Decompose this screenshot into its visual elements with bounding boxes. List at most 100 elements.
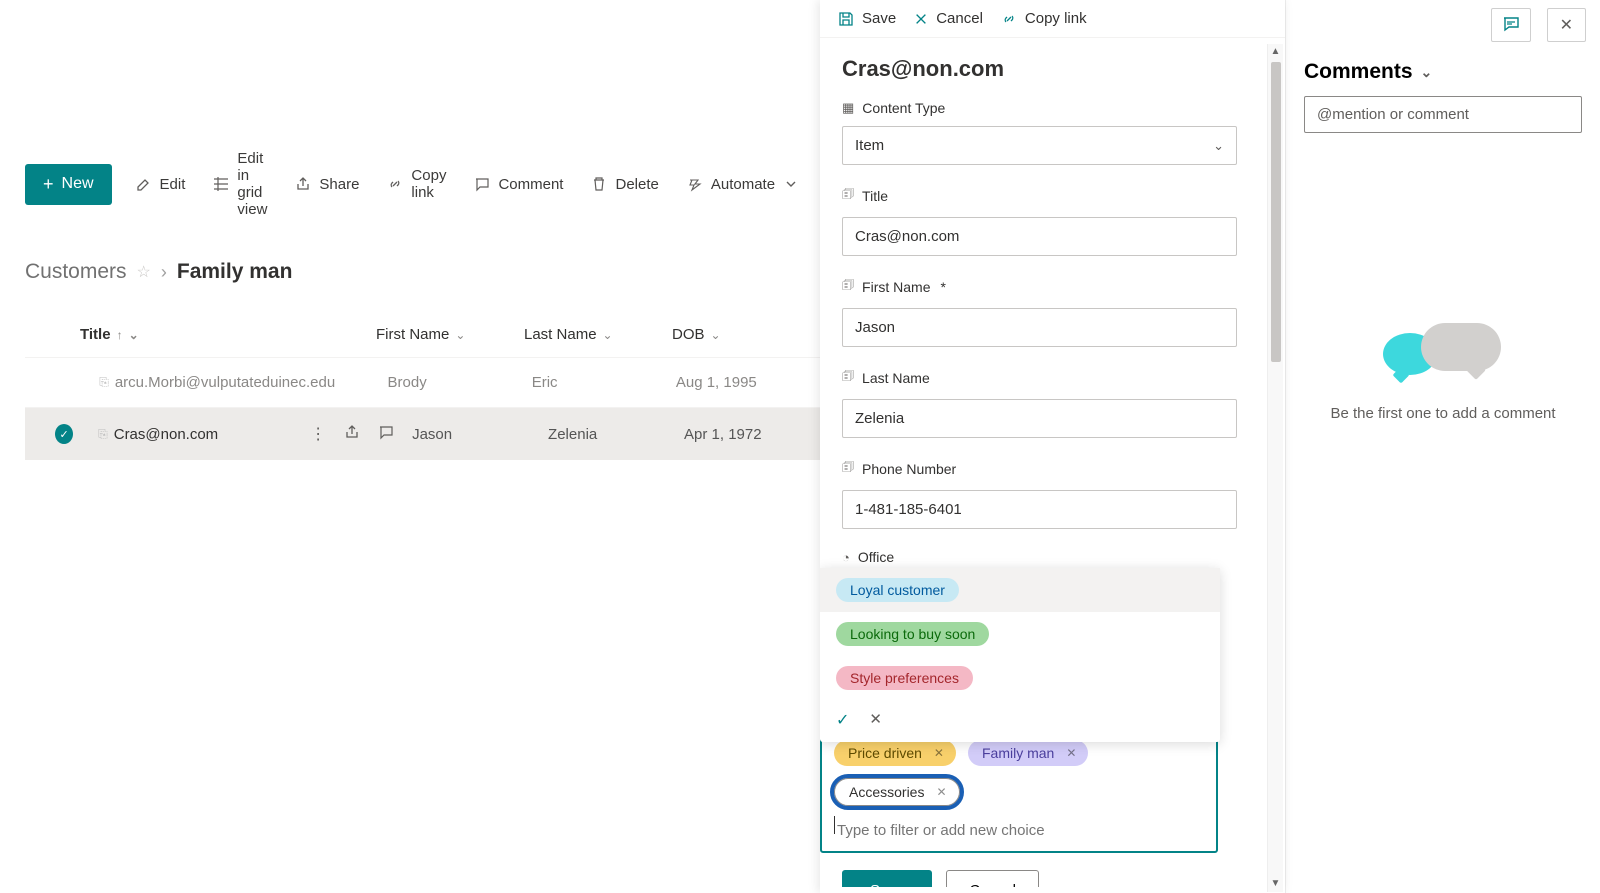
copy-link-button[interactable]: Copy link: [373, 157, 460, 211]
comments-title[interactable]: Comments ⌄: [1286, 42, 1600, 96]
share-label: Share: [319, 176, 359, 193]
breadcrumb-root[interactable]: Customers: [25, 260, 127, 284]
trash-icon: [591, 176, 607, 192]
text-field-icon: 🗊: [842, 276, 854, 298]
selected-tag: Family man ✕: [968, 740, 1088, 766]
text-caret: [834, 816, 835, 834]
choice-option[interactable]: Style preferences: [820, 656, 1220, 700]
form-save-button[interactable]: Save: [842, 870, 932, 887]
title-input[interactable]: [842, 217, 1237, 256]
tags-text-input[interactable]: [837, 818, 1204, 843]
breadcrumb: Customers ☆ › Family man: [25, 260, 820, 284]
choice-pill: Loyal customer: [836, 578, 959, 602]
table-row[interactable]: ✓ ⎘ Cras@non.com ⋮ Jason Zelenia Apr 1, …: [25, 407, 820, 460]
item-type-icon: ⎘: [98, 427, 108, 442]
choice-icon: ◔: [842, 550, 850, 565]
row-share-icon[interactable]: [344, 424, 360, 444]
first-name-label: First Name: [862, 279, 930, 295]
col-title[interactable]: Title ↑ ⌄: [80, 326, 376, 343]
last-name-input[interactable]: [842, 399, 1237, 438]
content-type-select[interactable]: Item ⌄: [842, 126, 1237, 165]
comments-panel: ✕ Comments ⌄ @mention or comment Be the …: [1285, 0, 1600, 893]
last-name-label: Last Name: [862, 370, 930, 386]
row-dob: Aug 1, 1995: [676, 374, 820, 391]
chevron-down-icon: ⌄: [129, 328, 139, 342]
text-field-icon: 🗊: [842, 185, 854, 207]
row-comment-icon[interactable]: [378, 424, 394, 444]
comment-label: Comment: [498, 176, 563, 193]
comments-empty-icon: [1383, 323, 1503, 383]
chevron-down-icon: ⌄: [711, 328, 721, 342]
close-panel-icon[interactable]: ✕: [1547, 8, 1586, 42]
choice-pill: Looking to buy soon: [836, 622, 989, 646]
row-more-icon[interactable]: ⋮: [310, 424, 326, 444]
choice-option[interactable]: Looking to buy soon: [820, 612, 1220, 656]
choice-options-dropdown: Loyal customer Looking to buy soon Style…: [820, 568, 1220, 742]
comments-input[interactable]: @mention or comment: [1304, 96, 1582, 133]
choice-option[interactable]: Loyal customer: [820, 568, 1220, 612]
choice-confirm-icon[interactable]: ✓: [836, 710, 849, 730]
selected-tag-highlighted: Accessories ✕: [834, 778, 960, 806]
item-type-icon: ⎘: [99, 375, 109, 390]
comments-empty-text: Be the first one to add a comment: [1330, 405, 1555, 422]
tag-remove-icon[interactable]: ✕: [930, 746, 948, 760]
share-button[interactable]: Share: [281, 166, 373, 203]
panel-cancel-button[interactable]: Cancel: [914, 10, 983, 27]
link-icon: [387, 176, 403, 192]
automate-button[interactable]: Automate: [673, 166, 811, 203]
panel-copy-link-button[interactable]: Copy link: [1001, 10, 1087, 27]
required-indicator: *: [941, 279, 946, 295]
selected-tag: Price driven ✕: [834, 740, 956, 766]
save-icon: [838, 11, 854, 27]
edit-button[interactable]: Edit: [122, 166, 200, 203]
delete-label: Delete: [615, 176, 658, 193]
edit-label: Edit: [160, 176, 186, 193]
col-dob[interactable]: DOB ⌄: [672, 326, 820, 343]
choice-cancel-icon[interactable]: ✕: [869, 710, 882, 730]
tag-remove-icon[interactable]: ✕: [1062, 746, 1080, 760]
grid-icon: [213, 176, 229, 192]
panel-save-button[interactable]: Save: [838, 10, 896, 27]
plus-icon: +: [43, 174, 54, 195]
automate-icon: [687, 176, 703, 192]
chevron-down-icon: ⌄: [603, 328, 613, 342]
cancel-icon: [914, 12, 928, 26]
delete-button[interactable]: Delete: [577, 166, 672, 203]
chevron-down-icon: ⌄: [1213, 138, 1224, 154]
grid-view-button[interactable]: Edit in grid view: [199, 140, 281, 228]
table-header: Title ↑ ⌄ First Name ⌄ Last Name ⌄ DOB ⌄: [25, 314, 820, 357]
new-button[interactable]: + New: [25, 164, 112, 205]
row-actions: ⋮: [310, 424, 394, 444]
share-icon: [295, 176, 311, 192]
phone-input[interactable]: [842, 490, 1237, 529]
comments-toggle-icon[interactable]: [1491, 8, 1531, 42]
text-field-icon: 🗊: [842, 367, 854, 389]
tag-remove-icon[interactable]: ✕: [932, 785, 950, 799]
col-last-name[interactable]: Last Name ⌄: [524, 326, 672, 343]
comments-empty-state: Be the first one to add a comment: [1286, 323, 1600, 422]
row-title: Cras@non.com: [114, 426, 218, 443]
first-name-input[interactable]: [842, 308, 1237, 347]
phone-label: Phone Number: [862, 461, 956, 477]
panel-header: Save Cancel Copy link: [820, 0, 1285, 38]
panel-footer: Save Cancel: [842, 870, 1039, 887]
row-last-name: Eric: [532, 374, 676, 391]
pencil-icon: [136, 176, 152, 192]
chevron-down-icon: [785, 178, 797, 190]
breadcrumb-separator: ›: [161, 262, 167, 283]
text-field-icon: 🗊: [842, 458, 854, 480]
title-label: Title: [862, 188, 888, 204]
row-select-checked[interactable]: ✓: [55, 424, 73, 444]
comment-button[interactable]: Comment: [460, 166, 577, 203]
edit-panel: Save Cancel Copy link ▲ ▼ Cras@non.com ▦…: [820, 0, 1285, 893]
new-label: New: [62, 175, 94, 193]
form-cancel-button[interactable]: Cancel: [946, 870, 1039, 887]
favorite-star-icon[interactable]: ☆: [137, 262, 151, 282]
breadcrumb-leaf: Family man: [177, 260, 293, 284]
row-dob: Apr 1, 1972: [684, 426, 820, 443]
sort-up-icon: ↑: [117, 328, 123, 342]
office-label: Office: [858, 549, 894, 565]
col-first-name[interactable]: First Name ⌄: [376, 326, 524, 343]
tags-input-field[interactable]: Price driven ✕ Family man ✕ Accessories …: [820, 726, 1218, 853]
table-row[interactable]: ⎘ arcu.Morbi@vulputateduinec.edu Brody E…: [25, 357, 820, 407]
